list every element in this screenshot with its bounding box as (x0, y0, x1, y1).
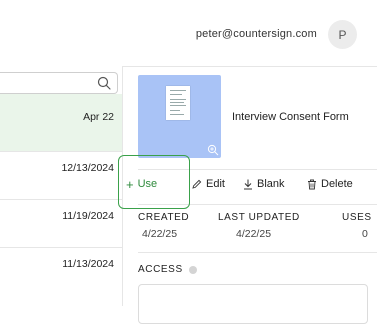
access-panel[interactable] (138, 284, 368, 324)
document-preview (166, 86, 190, 120)
uses-value: 0 (362, 228, 368, 240)
access-header: ACCESS (138, 264, 197, 275)
pencil-icon (192, 179, 202, 189)
last-updated-value: 4/22/25 (236, 228, 272, 240)
list-item-date: 12/13/2024 (61, 162, 114, 174)
list-item-date: 11/13/2024 (62, 258, 114, 270)
access-label: ACCESS (138, 264, 183, 275)
search-icon[interactable] (97, 76, 111, 90)
created-value: 4/22/25 (142, 228, 178, 240)
created-label: CREATED (138, 212, 190, 223)
delete-button-label: Delete (321, 178, 353, 190)
divider (138, 204, 377, 205)
status-dot-icon (188, 265, 197, 274)
search-input[interactable] (0, 73, 100, 93)
user-email: peter@countersign.com (195, 28, 317, 40)
uses-label: USES (342, 212, 372, 223)
template-title: Interview Consent Form (232, 111, 349, 123)
divider (138, 169, 377, 170)
blank-button-label: Blank (257, 178, 285, 190)
divider (138, 252, 377, 253)
trash-icon (308, 179, 316, 189)
list-item[interactable]: 11/13/2024 (0, 248, 122, 306)
list-item[interactable]: 11/19/2024 (0, 200, 122, 248)
edit-button[interactable]: Edit (192, 178, 225, 190)
use-button[interactable]: + Use (126, 176, 158, 192)
document-list-pane: Apr 22 12/13/2024 11/19/2024 11/13/2024 (0, 66, 123, 306)
download-icon (244, 179, 252, 189)
list-item-date: 11/19/2024 (62, 210, 114, 222)
template-thumbnail[interactable] (138, 75, 221, 158)
template-detail-pane: Interview Consent Form + Use Edit Blank … (122, 66, 377, 324)
blank-button[interactable]: Blank (243, 178, 285, 190)
plus-icon: + (126, 176, 134, 192)
list-item[interactable]: Apr 22 (0, 94, 122, 152)
list-item-date: Apr 22 (83, 111, 114, 123)
delete-button[interactable]: Delete (307, 178, 353, 190)
user-avatar[interactable]: P (328, 20, 357, 49)
last-updated-label: LAST UPDATED (218, 212, 300, 223)
zoom-in-icon[interactable] (207, 144, 219, 156)
top-header: peter@countersign.com P (0, 0, 377, 67)
use-button-label: Use (137, 178, 158, 190)
list-item[interactable]: 12/13/2024 (0, 152, 122, 200)
edit-button-label: Edit (206, 178, 225, 190)
search-field[interactable] (0, 72, 118, 94)
